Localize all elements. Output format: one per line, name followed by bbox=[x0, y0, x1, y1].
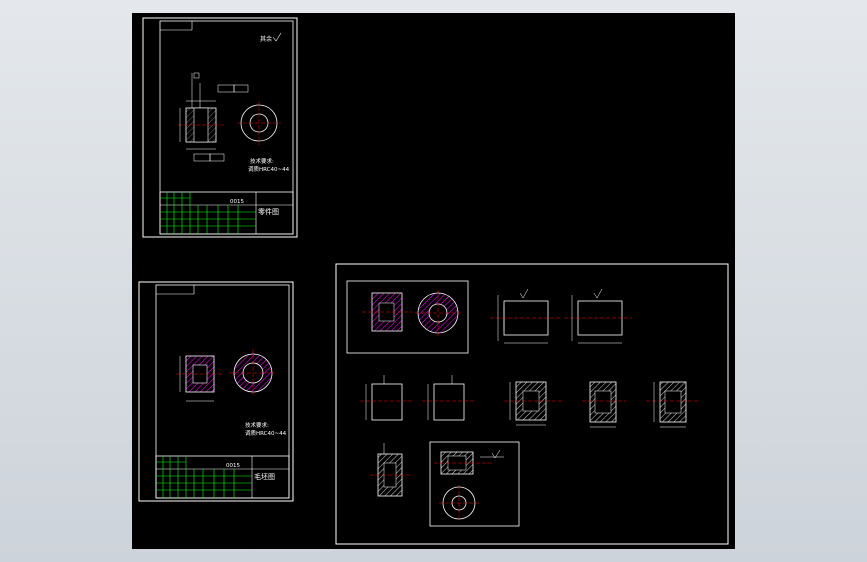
cad-drawing-canvas[interactable]: 其余 技术要求: 调质HRC40~44 0015 零件图 技术要求: 调质HRC… bbox=[132, 13, 735, 549]
sheet-part-drawing[interactable]: 其余 技术要求: 调质HRC40~44 0015 零件图 bbox=[142, 17, 298, 238]
process-op5-sketch bbox=[504, 381, 562, 426]
process-blank-inset bbox=[346, 280, 469, 354]
part-name: 零件图 bbox=[258, 207, 279, 216]
part-side-view bbox=[237, 101, 281, 145]
title-block[interactable]: 0015 毛坯图 bbox=[155, 455, 290, 499]
tech-requirements-text: 调质HRC40~44 bbox=[245, 429, 287, 437]
blank-front-view bbox=[176, 355, 224, 402]
process-final-inset bbox=[429, 441, 520, 527]
sheet-process-drawing[interactable] bbox=[335, 263, 729, 545]
process-op2-sketch bbox=[564, 288, 632, 344]
title-block[interactable]: 0015 零件图 bbox=[159, 191, 294, 235]
process-op1-sketch bbox=[490, 288, 560, 344]
roughness-symbol-icon bbox=[272, 32, 282, 42]
process-op8-sketch bbox=[370, 443, 410, 497]
part-front-view bbox=[178, 73, 249, 162]
drawing-number: 0015 bbox=[226, 463, 240, 469]
sheet-blank-drawing[interactable]: 技术要求: 调质HRC40~44 0015 毛坯图 bbox=[138, 281, 294, 502]
roughness-note: 其余 bbox=[260, 35, 272, 43]
blank-side-view bbox=[229, 349, 277, 397]
cad-viewport[interactable]: 其余 技术要求: 调质HRC40~44 0015 零件图 技术要求: 调质HRC… bbox=[132, 13, 735, 549]
tech-requirements-text: 调质HRC40~44 bbox=[248, 165, 290, 173]
tech-requirements-label: 技术要求: bbox=[245, 421, 269, 429]
process-op3-sketch bbox=[360, 375, 412, 421]
drawing-number: 0015 bbox=[230, 199, 244, 205]
process-op7-sketch bbox=[646, 381, 698, 428]
part-name: 毛坯图 bbox=[254, 472, 275, 481]
process-op6-sketch bbox=[582, 381, 626, 428]
datum-symbol-icon bbox=[193, 72, 200, 79]
process-op4-sketch bbox=[422, 375, 474, 421]
tech-requirements-label: 技术要求: bbox=[250, 157, 274, 165]
